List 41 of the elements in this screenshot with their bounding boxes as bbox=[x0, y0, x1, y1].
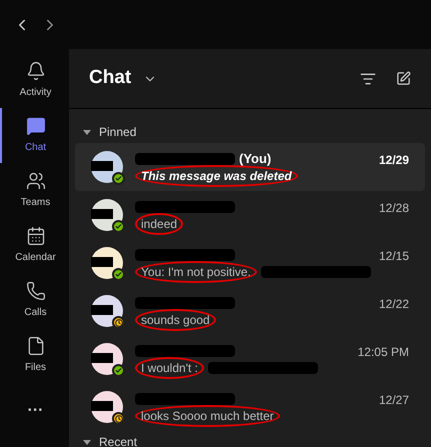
new-chat-icon[interactable] bbox=[396, 71, 411, 86]
message-preview: sounds good bbox=[135, 308, 216, 330]
file-icon bbox=[26, 336, 46, 356]
message-preview: looks Soooo much better bbox=[135, 404, 280, 426]
message-time: 12/27 bbox=[378, 392, 409, 409]
chat-list-item[interactable]: (You) This message was deleted 12/29 bbox=[75, 143, 425, 191]
message-time: 12/28 bbox=[378, 200, 409, 217]
chat-bubble-icon bbox=[26, 116, 46, 136]
rail-tab[interactable]: Calls bbox=[0, 273, 69, 328]
calendar-icon bbox=[26, 226, 46, 246]
chat-list-item[interactable]: looks Soooo much better 12/27 bbox=[75, 383, 425, 431]
section-header[interactable]: Recent bbox=[75, 431, 425, 447]
message-preview: You: I'm not positive. bbox=[135, 260, 257, 282]
redaction-mark bbox=[91, 305, 113, 315]
rail-tab[interactable]: Calendar bbox=[0, 218, 69, 273]
message-preview: indeed bbox=[135, 212, 184, 234]
rail-tab[interactable]: Teams bbox=[0, 163, 69, 218]
message-time: 12/29 bbox=[378, 152, 409, 169]
message-time: 12:05 PM bbox=[358, 344, 409, 361]
filter-icon[interactable] bbox=[360, 70, 376, 86]
redaction-mark bbox=[91, 257, 113, 267]
redaction-mark bbox=[91, 161, 113, 171]
message-preview: This message was deleted bbox=[135, 164, 298, 186]
bell-icon bbox=[26, 61, 46, 81]
chat-list-item[interactable]: sounds good 12/22 bbox=[75, 287, 425, 335]
chat-list-item[interactable]: I wouldn't : 12:05 PM bbox=[75, 335, 425, 383]
message-time: 12/22 bbox=[378, 296, 409, 313]
section-header[interactable]: Pinned bbox=[75, 121, 425, 143]
rail-tab[interactable]: Files bbox=[0, 328, 69, 383]
rail-tab[interactable]: Activity bbox=[0, 53, 69, 108]
chat-list-item[interactable]: You: I'm not positive. 12/15 bbox=[75, 239, 425, 287]
rail-tab[interactable]: ··· bbox=[0, 383, 69, 438]
message-time: 12/15 bbox=[378, 248, 409, 265]
redaction-mark bbox=[91, 353, 113, 363]
redaction-mark bbox=[91, 209, 113, 219]
chat-list-item[interactable]: indeed 12/28 bbox=[75, 191, 425, 239]
message-preview: I wouldn't : bbox=[135, 356, 204, 378]
chat-title: Chat bbox=[89, 66, 132, 90]
phone-icon bbox=[26, 281, 46, 301]
redaction-mark bbox=[91, 401, 113, 411]
people-icon bbox=[26, 171, 46, 191]
